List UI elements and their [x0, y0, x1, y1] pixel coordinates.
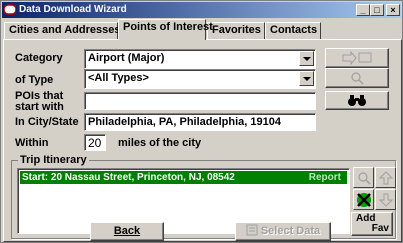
zoom-button[interactable] [325, 68, 389, 88]
within-suffix: miles of the city [118, 137, 202, 149]
zoom-itinerary-button[interactable] [353, 167, 374, 188]
close-button[interactable]: × [386, 4, 400, 16]
add-favorite-button[interactable]: Add Fav [351, 212, 393, 236]
zoom-icon [351, 72, 364, 85]
move-up-button[interactable] [375, 167, 396, 188]
title-bar: Data Download Wizard _ □ × [2, 2, 401, 18]
back-button[interactable]: Back [90, 222, 164, 241]
pois-start-input[interactable] [84, 92, 316, 110]
tab-contacts[interactable]: Contacts [265, 22, 321, 39]
pois-label: POIs that start with [15, 91, 64, 113]
minimize-button[interactable]: _ [356, 4, 370, 16]
type-select[interactable]: <All Types> [84, 69, 316, 89]
tab-favorites[interactable]: Favorites [207, 22, 265, 39]
select-data-button[interactable]: Select Data [235, 222, 331, 241]
chevron-down-icon[interactable] [299, 71, 314, 86]
zoom-icon [357, 172, 371, 185]
map-poi-button[interactable] [325, 48, 389, 68]
tab-strip: Cities and Addresses Points of Interest … [1, 19, 403, 40]
category-select[interactable]: Airport (Major) [84, 49, 316, 69]
within-label: Within [15, 137, 49, 149]
maximize-button[interactable]: □ [370, 4, 384, 16]
type-value: <All Types> [88, 72, 149, 84]
city-state-input[interactable]: Philadelphia, PA, Philadelphia, 19104 [84, 113, 316, 131]
within-miles-input[interactable]: 20 [84, 134, 106, 151]
select-data-icon [246, 224, 258, 236]
binoculars-icon [348, 95, 366, 106]
trip-itinerary-group: Trip Itinerary Start: 20 Nassau Street, … [11, 154, 396, 239]
move-down-button[interactable] [375, 189, 396, 210]
map-locate-icon [342, 50, 372, 66]
pois-label-line2: start with [15, 101, 64, 113]
window-title: Data Download Wizard [19, 4, 127, 15]
select-data-label: Select Data [260, 225, 321, 237]
itinerary-row-report[interactable]: Report [309, 171, 341, 184]
arrow-down-icon [378, 193, 393, 207]
chevron-down-icon[interactable] [299, 51, 314, 66]
category-label: Category [15, 52, 63, 64]
delete-stop-button[interactable] [353, 189, 374, 210]
type-label: of Type [15, 74, 54, 86]
wizard-window: Data Download Wizard _ □ × Cities and Ad… [0, 0, 403, 243]
tab-cities-and-addresses[interactable]: Cities and Addresses [4, 22, 120, 39]
tab-points-of-interest[interactable]: Points of Interest [118, 19, 213, 40]
itinerary-row[interactable]: Start: 20 Nassau Street, Princeton, NJ, … [20, 171, 347, 184]
delete-stop-icon [356, 193, 371, 207]
search-button[interactable] [325, 91, 389, 110]
back-button-label: Back [113, 225, 141, 237]
city-state-label: In City/State [15, 116, 79, 128]
arrow-up-icon [378, 171, 393, 185]
trip-itinerary-title: Trip Itinerary [18, 154, 89, 166]
app-icon [4, 4, 16, 15]
itinerary-row-text: Start: 20 Nassau Street, Princeton, NJ, … [22, 172, 235, 183]
category-value: Airport (Major) [88, 52, 165, 64]
add-favorite-label-line2: Fav [371, 223, 389, 234]
